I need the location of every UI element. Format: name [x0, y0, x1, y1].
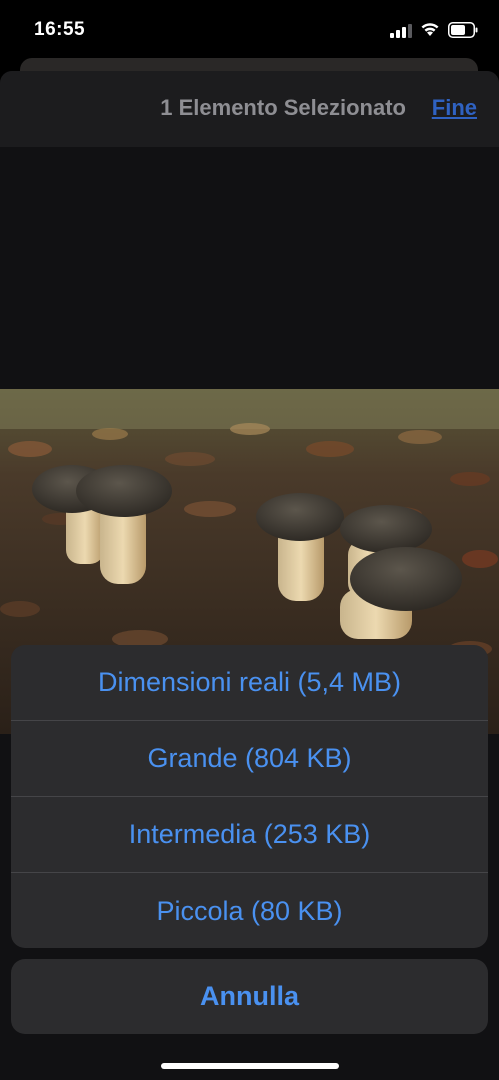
option-small[interactable]: Piccola (80 KB)	[11, 873, 488, 948]
status-bar: 16:55	[0, 0, 499, 60]
option-actual-size[interactable]: Dimensioni reali (5,4 MB)	[11, 645, 488, 721]
modal-header: 1 Elemento Selezionato Fine	[0, 71, 499, 147]
cellular-signal-icon	[390, 24, 412, 38]
done-button[interactable]: Fine	[432, 95, 477, 121]
status-time: 16:55	[34, 19, 86, 40]
screen: 16:55 1 Elemento Selezionato Fine Dimens…	[0, 0, 499, 1080]
image-size-action-sheet: Dimensioni reali (5,4 MB) Grande (804 KB…	[11, 645, 488, 948]
wifi-icon	[421, 23, 439, 36]
cancel-button[interactable]: Annulla	[11, 959, 488, 1034]
selection-title: 1 Elemento Selezionato	[160, 95, 406, 120]
battery-icon	[448, 22, 478, 38]
option-large[interactable]: Grande (804 KB)	[11, 721, 488, 797]
option-medium[interactable]: Intermedia (253 KB)	[11, 797, 488, 873]
home-indicator[interactable]	[161, 1063, 339, 1069]
